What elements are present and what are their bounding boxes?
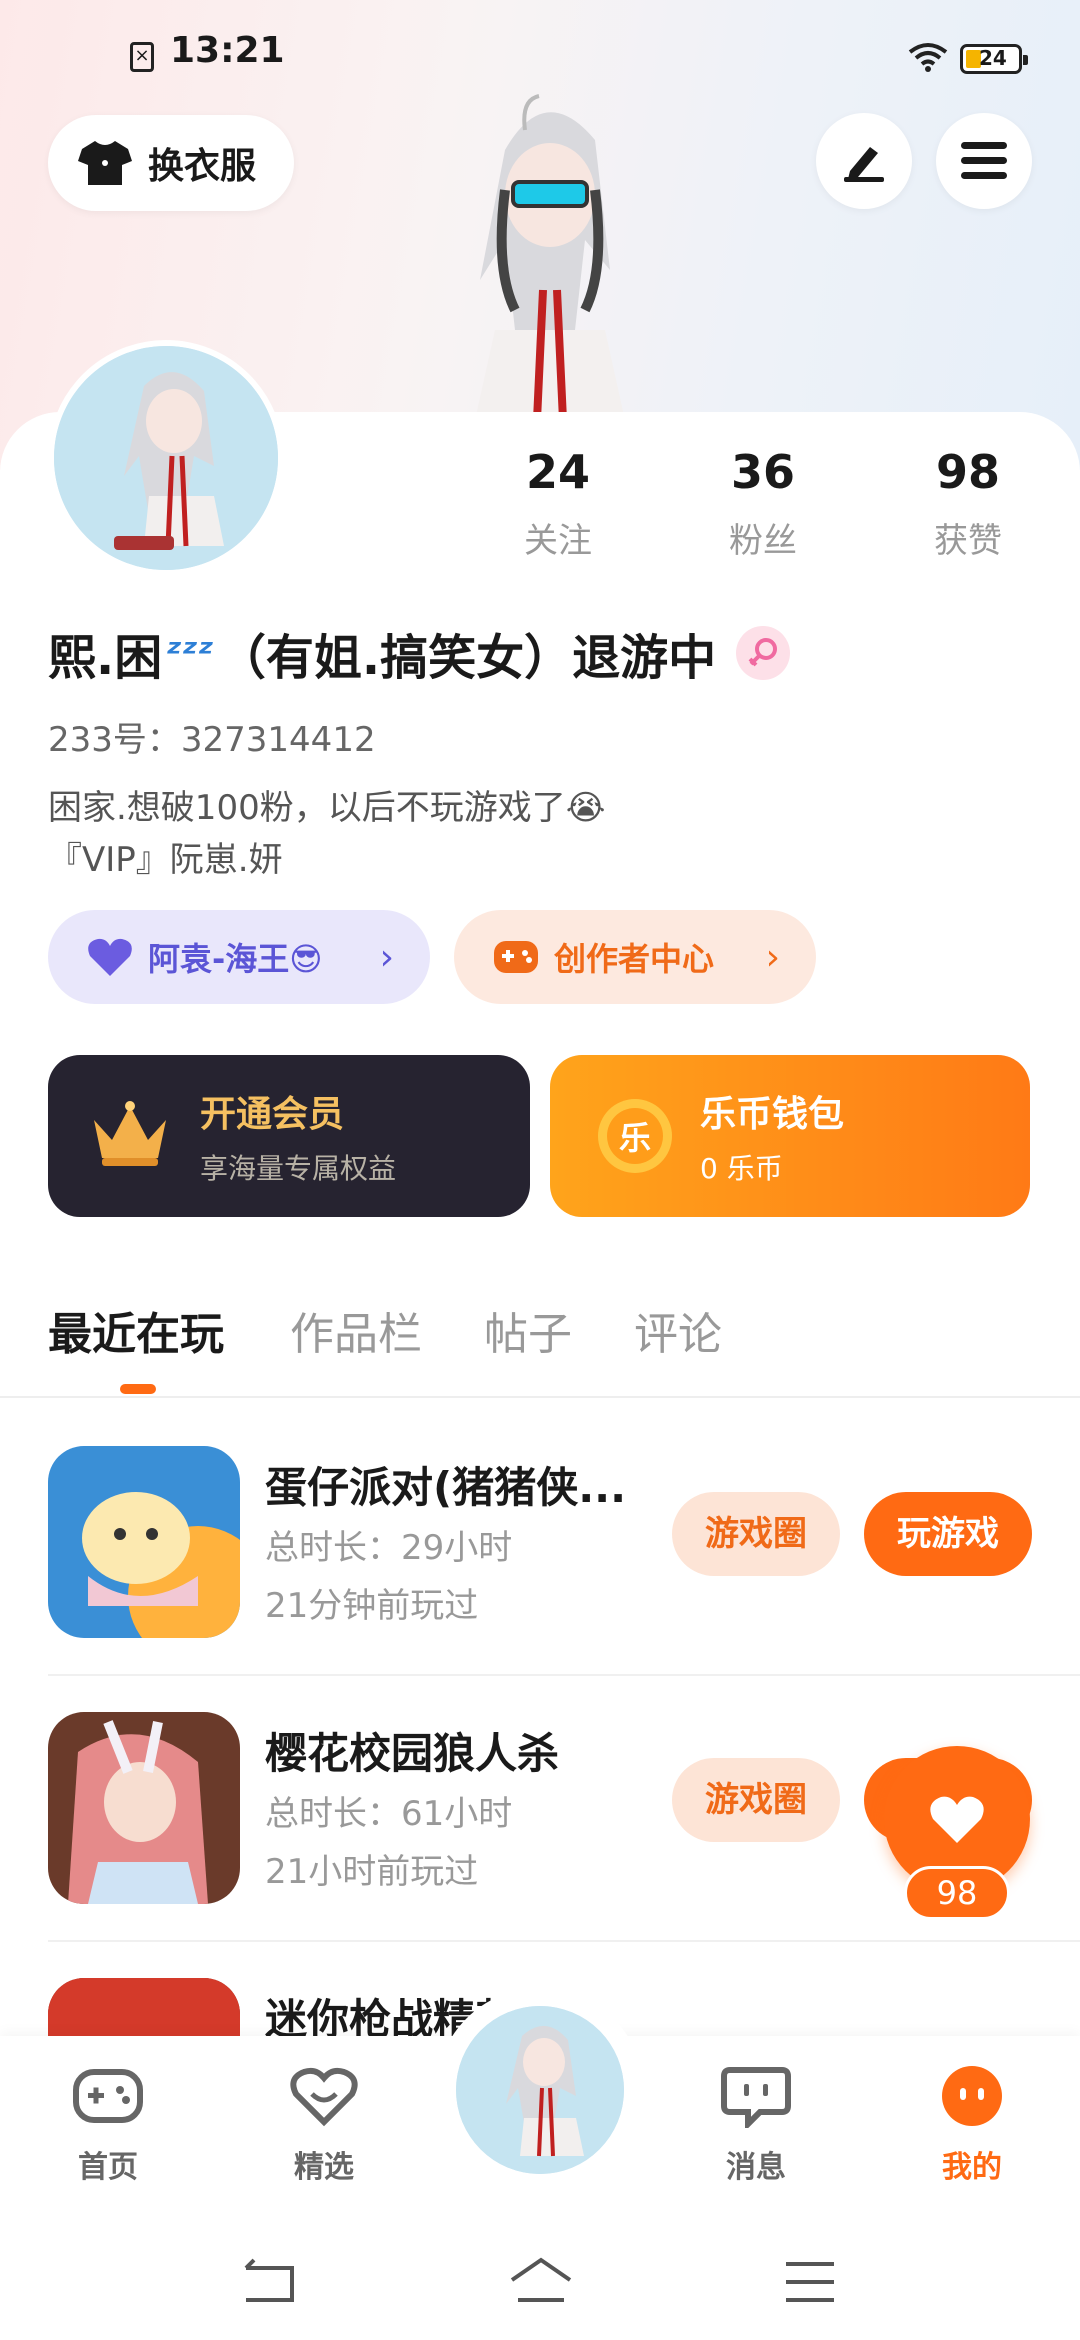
vip-membership-card[interactable]: 开通会员 享海量专属权益: [48, 1055, 530, 1217]
following-label: 关注: [524, 521, 592, 561]
back-icon[interactable]: [240, 2256, 300, 2308]
gamepad-icon: [73, 2069, 143, 2123]
list-item[interactable]: 蛋仔派对(猪猪侠... 总时长：29小时 21分钟前玩过 游戏圈 玩游戏: [0, 1398, 1080, 1664]
followers-label: 粉丝: [729, 521, 797, 561]
sleep-zzz-icon: ᶻᶻᶻ: [166, 631, 214, 675]
like-count-badge: 98: [904, 1866, 1010, 1920]
nav-home[interactable]: 首页: [38, 2064, 178, 2186]
game-last-played: 21分钟前玩过: [265, 1586, 479, 1626]
bottom-nav: 首页 精选 消息 我的: [0, 1988, 1080, 2216]
avatar-character-illustration: [475, 94, 625, 420]
wifi-icon: [908, 43, 948, 72]
game-duration: 总时长：29小时: [265, 1528, 513, 1568]
following-count: 24: [525, 445, 590, 499]
female-gender-icon: [736, 626, 791, 680]
status-time: 13:21: [170, 30, 285, 71]
home-icon[interactable]: [508, 2256, 574, 2308]
coin-char: 乐: [618, 1119, 651, 1157]
crown-icon: [94, 1101, 166, 1166]
nav-featured[interactable]: 精选: [254, 2064, 394, 2186]
heart-chat-icon: [290, 2067, 358, 2127]
play-game-button[interactable]: 玩游戏: [864, 1492, 1032, 1576]
vip-title: 开通会员: [200, 1094, 345, 1135]
tab-posts[interactable]: 帖子: [484, 1298, 572, 1362]
menu-icon: [961, 142, 1007, 179]
game-name: 蛋仔派对(猪猪侠...: [265, 1463, 627, 1512]
creator-center-button[interactable]: 创作者中心 ›: [454, 910, 816, 1004]
battery-icon: 24: [960, 44, 1028, 74]
nav-featured-label: 精选: [294, 2150, 354, 2185]
coin-wallet-card[interactable]: 乐 乐币钱包 0 乐币: [550, 1055, 1030, 1217]
sim-icon: ×: [130, 42, 154, 72]
nickname-part2: （有姐.搞笑女）退游中: [217, 630, 717, 686]
game-circle-button[interactable]: 游戏圈: [672, 1492, 840, 1576]
nickname-part1: 熙.困: [48, 630, 163, 686]
creator-label: 创作者中心: [554, 940, 715, 978]
chevron-right-icon: ›: [765, 936, 780, 978]
bio: 困家.想破100粉，以后不玩游戏了😭 『VIP』阮崽.妍: [48, 782, 605, 886]
face-icon: [942, 2066, 1002, 2126]
game-icon: [48, 1446, 240, 1638]
family-label: 阿袁-海王😎: [148, 940, 323, 978]
nav-me-label: 我的: [942, 2150, 1002, 2185]
bio-line-2: 『VIP』阮崽.妍: [48, 840, 283, 880]
pencil-icon: [844, 147, 884, 182]
wallet-balance: 0 乐币: [700, 1152, 783, 1185]
likes-label: 获赞: [934, 521, 1002, 561]
system-nav-bar: [0, 2216, 1080, 2340]
nav-home-label: 首页: [78, 2150, 138, 2185]
nickname: 熙.困 ᶻᶻᶻ （有姐.搞笑女）退游中: [48, 618, 791, 688]
nav-messages-label: 消息: [726, 2150, 786, 2185]
heart-icon: [930, 1796, 984, 1843]
active-tab-indicator: [120, 1384, 156, 1394]
nav-messages[interactable]: 消息: [686, 2064, 826, 2186]
gamepad-icon: [494, 941, 538, 973]
user-id: 233号：327314412: [48, 720, 376, 760]
bio-line-1: 困家.想破100粉，以后不玩游戏了😭: [48, 788, 606, 828]
stat-following[interactable]: 24 关注: [478, 445, 638, 562]
stat-likes[interactable]: 98 获赞: [888, 445, 1048, 562]
status-bar: × 13:21 24: [0, 30, 1080, 90]
stat-followers[interactable]: 36 粉丝: [683, 445, 843, 562]
game-last-played: 21小时前玩过: [265, 1852, 479, 1892]
edit-profile-button[interactable]: [816, 113, 912, 209]
vip-subtitle: 享海量专属权益: [200, 1152, 397, 1185]
tab-works[interactable]: 作品栏: [290, 1298, 422, 1362]
family-badge-button[interactable]: 阿袁-海王😎 ›: [48, 910, 430, 1004]
center-avatar-button[interactable]: [456, 2006, 624, 2174]
tab-recently-played[interactable]: 最近在玩: [48, 1298, 224, 1362]
tshirt-icon: [78, 141, 132, 185]
tab-comments[interactable]: 评论: [634, 1298, 722, 1362]
profile-tabs: 最近在玩 作品栏 帖子 评论: [0, 1290, 1080, 1400]
avatar-image: [54, 346, 278, 570]
game-circle-button[interactable]: 游戏圈: [672, 1758, 840, 1842]
wallet-title: 乐币钱包: [700, 1094, 845, 1135]
game-name: 樱花校园狼人杀: [265, 1729, 560, 1778]
likes-count: 98: [935, 445, 1000, 499]
recents-icon[interactable]: [780, 2256, 840, 2308]
battery-level: 24: [979, 46, 1007, 70]
heart-icon: [88, 938, 132, 976]
avatar-image: [456, 2006, 624, 2174]
change-outfit-button[interactable]: 换衣服: [48, 115, 294, 211]
chevron-right-icon: ›: [379, 936, 394, 978]
followers-count: 36: [730, 445, 795, 499]
profile-avatar[interactable]: [48, 340, 284, 576]
nav-me[interactable]: 我的: [902, 2064, 1042, 2186]
change-outfit-label: 换衣服: [148, 146, 257, 187]
message-icon: [721, 2067, 791, 2132]
menu-button[interactable]: [936, 113, 1032, 209]
game-icon: [48, 1712, 240, 1904]
game-duration: 总时长：61小时: [265, 1794, 513, 1834]
